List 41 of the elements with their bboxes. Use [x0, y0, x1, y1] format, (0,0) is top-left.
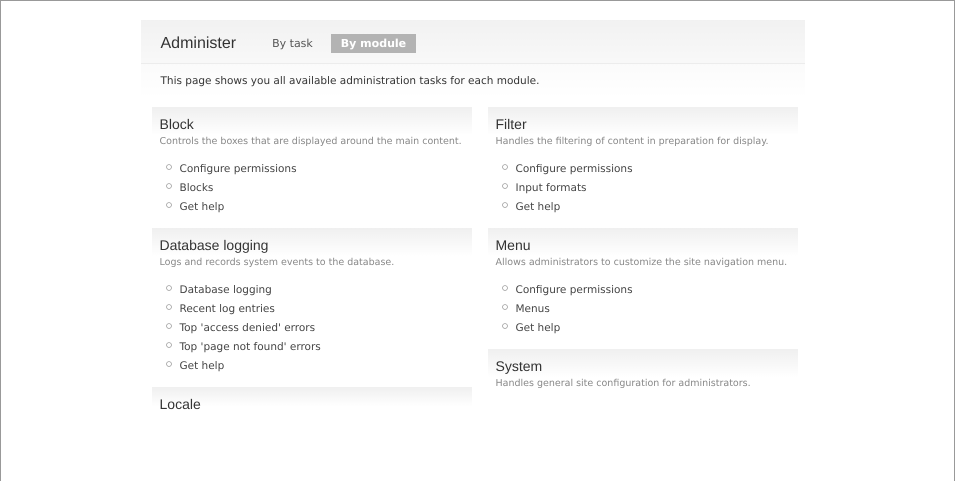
module-link[interactable]: Input formats: [516, 182, 587, 194]
module-link[interactable]: Menus: [516, 303, 550, 315]
module-description: Allows administrators to customize the site navigation menu.: [496, 256, 788, 270]
bullet-icon: [166, 164, 172, 170]
module-link[interactable]: Get help: [180, 360, 224, 372]
module-title: Filter: [496, 116, 528, 132]
module-link[interactable]: Get help: [180, 201, 224, 213]
bullet-icon: [502, 164, 508, 170]
bullet-icon: [502, 183, 508, 189]
module-title: Locale: [160, 396, 202, 412]
module-description: Handles the filtering of content in preparation for display.: [496, 135, 770, 149]
module-link[interactable]: Top 'access denied' errors: [180, 322, 316, 334]
bullet-icon: [166, 342, 172, 348]
module-link[interactable]: Recent log entries: [180, 303, 275, 315]
module-link[interactable]: Top 'page not found' errors: [180, 341, 321, 353]
module-link[interactable]: Configure permissions: [516, 163, 633, 175]
bullet-icon: [166, 202, 172, 208]
module-link[interactable]: Configure permissions: [516, 284, 633, 296]
bullet-icon: [502, 285, 508, 291]
bullet-icon: [166, 183, 172, 189]
module-title: Menu: [496, 237, 532, 253]
module-title: Block: [160, 116, 195, 132]
bullet-icon: [502, 323, 508, 329]
page-title: Administer: [160, 34, 236, 52]
bullet-icon: [502, 202, 508, 208]
module-link[interactable]: Get help: [516, 201, 560, 213]
module-description: Controls the boxes that are displayed around the main content.: [160, 135, 463, 149]
tab[interactable]: By task: [262, 34, 323, 53]
module-description: Handles general site configuration for administrators.: [496, 377, 752, 391]
module-link[interactable]: Configure permissions: [180, 163, 297, 175]
module-link[interactable]: Blocks: [180, 182, 214, 194]
bullet-icon: [166, 304, 172, 310]
bullet-icon: [166, 323, 172, 329]
bullet-icon: [502, 304, 508, 310]
bullet-icon: [166, 361, 172, 367]
module-link[interactable]: Database logging: [180, 284, 272, 296]
module-title: System: [496, 358, 544, 374]
module-title: Database logging: [160, 237, 270, 253]
module-description: Logs and records system events to the database.: [160, 256, 396, 270]
bullet-icon: [166, 285, 172, 291]
module-link[interactable]: Get help: [516, 322, 560, 334]
